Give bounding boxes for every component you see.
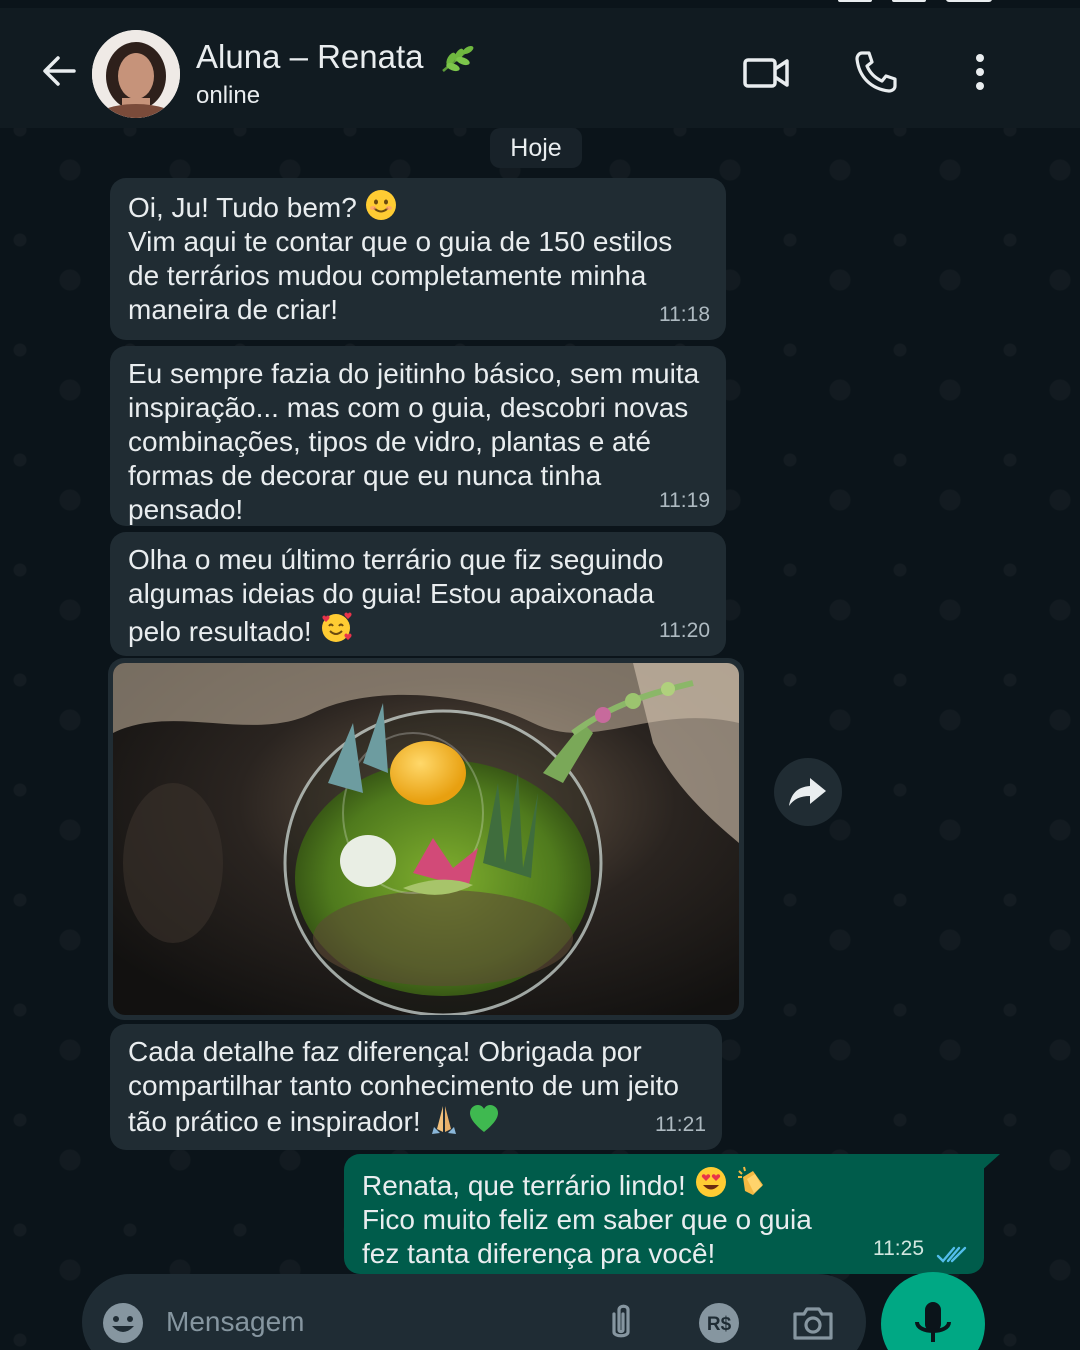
forward-button[interactable] (774, 758, 842, 826)
message-line: compartilhar tanto conhecimento de um je… (128, 1070, 679, 1101)
message-line: maneira de criar! (128, 294, 339, 325)
image-message[interactable] (108, 658, 744, 1020)
message-time: 11:20 (659, 619, 710, 642)
clapping-hands-emoji-icon (738, 1166, 764, 1195)
read-receipt-icon (936, 1246, 967, 1263)
contact-name-text: Aluna – Renata (196, 38, 424, 75)
smiling-face-emoji-icon (365, 190, 396, 220)
message-text: Olha o meu último terrário que fiz segui… (128, 543, 708, 649)
message-line: Eu sempre fazia do jeitinho básico, sem … (128, 358, 700, 389)
terrarium-photo[interactable] (113, 663, 739, 1015)
message-input[interactable] (166, 1302, 566, 1342)
herb-emoji-icon (441, 46, 474, 73)
message-line: de terrários mudou completamente minha (128, 260, 647, 291)
camera-icon[interactable] (790, 1300, 836, 1346)
mic-button[interactable] (881, 1272, 985, 1350)
message-bubble-incoming[interactable]: Oi, Ju! Tudo bem? Vim aqui te contar que… (110, 178, 726, 340)
message-line: pelo resultado! (128, 616, 312, 647)
message-line: Renata, que terrário lindo! (362, 1170, 686, 1201)
message-line: Olha o meu último terrário que fiz segui… (128, 544, 664, 575)
message-line: Oi, Ju! Tudo bem? (128, 192, 357, 223)
heart-eyes-emoji-icon (695, 1167, 726, 1197)
microphone-icon (915, 1302, 951, 1342)
message-line: Cada detalhe faz diferença! Obrigada por (128, 1036, 642, 1067)
contact-avatar (92, 30, 180, 118)
message-bubble-incoming[interactable]: Olha o meu último terrário que fiz segui… (110, 532, 726, 656)
signal-icon (838, 0, 872, 2)
battery-icon (946, 0, 992, 2)
message-line: fez tanta diferença pra você! (362, 1238, 716, 1269)
status-bar (0, 0, 1080, 8)
message-line: inspiração... mas com o guia, descobri n… (128, 392, 689, 423)
message-bubble-incoming[interactable]: Cada detalhe faz diferença! Obrigada por… (110, 1024, 722, 1150)
message-line: algumas ideias do guia! Estou apaixonada (128, 578, 655, 609)
wifi-icon (892, 0, 926, 2)
contact-status: online (196, 82, 261, 109)
video-camera-icon[interactable] (742, 48, 790, 96)
date-separator: Hoje (490, 128, 582, 168)
message-time: 11:25 (873, 1237, 924, 1260)
green-heart-emoji-icon (470, 1105, 499, 1132)
message-bubble-outgoing[interactable]: Renata, que terrário lindo! Fico muito f… (344, 1154, 1000, 1274)
message-line: combinações, tipos de vidro, plantas e a… (128, 426, 651, 457)
smiling-face-with-hearts-emoji-icon (322, 612, 353, 642)
folded-hands-emoji-icon (432, 1106, 457, 1134)
more-vertical-icon[interactable] (956, 48, 1004, 96)
emoji-icon[interactable] (100, 1300, 146, 1346)
avatar[interactable] (92, 30, 180, 118)
svg-text:R$: R$ (707, 1314, 732, 1335)
message-line: formas de decorar que eu nunca tinha pen… (128, 460, 602, 525)
message-time: 11:18 (659, 303, 710, 326)
message-line: Vim aqui te contar que o guia de 150 est… (128, 226, 673, 257)
payment-rs-icon[interactable]: R$ (696, 1300, 742, 1346)
message-text: Oi, Ju! Tudo bem? Vim aqui te contar que… (128, 189, 708, 327)
message-line: Fico muito feliz em saber que o guia (362, 1204, 812, 1235)
message-time: 11:19 (659, 489, 710, 512)
message-line: tão prático e inspirador! (128, 1106, 421, 1137)
paperclip-icon[interactable] (598, 1300, 644, 1346)
phone-icon[interactable] (852, 48, 900, 96)
arrow-left-icon[interactable] (36, 48, 82, 94)
message-composer: R$ (82, 1274, 866, 1350)
chat-header: Aluna – Renata online (0, 8, 1080, 128)
message-time: 11:21 (655, 1113, 706, 1136)
message-bubble-incoming[interactable]: Eu sempre fazia do jeitinho básico, sem … (110, 346, 726, 526)
message-text: Cada detalhe faz diferença! Obrigada por… (128, 1035, 704, 1139)
contact-name[interactable]: Aluna – Renata (196, 38, 475, 76)
message-text: Eu sempre fazia do jeitinho básico, sem … (128, 357, 708, 527)
bubble-tail (980, 1154, 1000, 1172)
forward-arrow-icon (789, 778, 826, 806)
